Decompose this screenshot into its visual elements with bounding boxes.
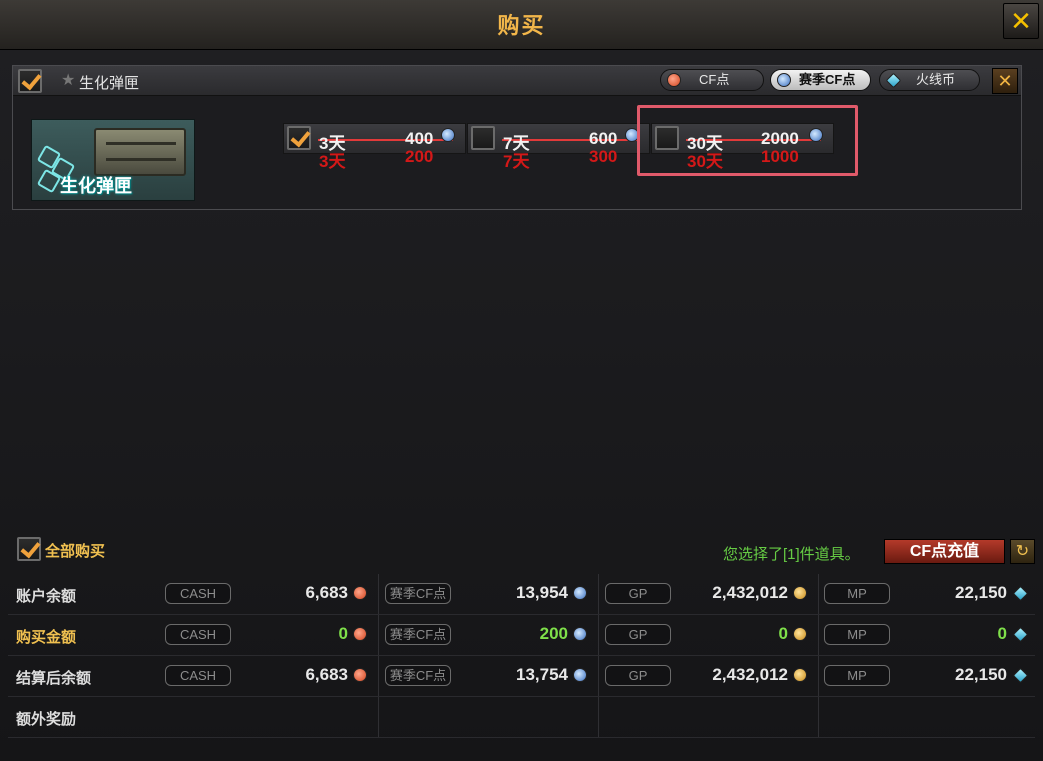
gold-coin-icon bbox=[793, 668, 807, 682]
gp-value: 2,432,012 bbox=[712, 665, 788, 684]
season-cf-pill: 赛季CF点 bbox=[385, 583, 451, 604]
table-row: 结算后余额 CASH 6,683 赛季CF点 13,754 GP 2,432,0… bbox=[8, 656, 1035, 697]
item-header: ★ 生化弹匣 CF点 赛季CF点 火线币 ✕ bbox=[13, 66, 1021, 96]
item-image: 生化弹匣 bbox=[31, 119, 195, 201]
red-coin-icon bbox=[353, 586, 367, 600]
all-buy-checkbox[interactable] bbox=[17, 537, 41, 561]
row-label: 结算后余额 bbox=[16, 670, 92, 687]
season-cf-pill: 赛季CF点 bbox=[385, 624, 451, 645]
duration-checkbox[interactable] bbox=[471, 126, 495, 150]
sale-price: 200 bbox=[405, 147, 434, 166]
gp-value: 2,432,012 bbox=[712, 583, 788, 602]
row-label: 购买金额 bbox=[16, 629, 77, 646]
blue-coin-icon bbox=[777, 73, 791, 87]
gp-value: 0 bbox=[778, 624, 788, 643]
currency-tab-cf[interactable]: CF点 bbox=[660, 69, 764, 91]
refresh-icon: ↻ bbox=[1015, 543, 1030, 560]
mp-value: 22,150 bbox=[955, 583, 1007, 602]
table-row: 购买金额 CASH 0 赛季CF点 200 GP 0 MP 0 bbox=[8, 615, 1035, 656]
season-cf-pill: 赛季CF点 bbox=[385, 665, 451, 686]
item-checkbox[interactable] bbox=[18, 69, 42, 93]
row-label: 额外奖励 bbox=[16, 711, 77, 728]
item-name: 生化弹匣 bbox=[79, 75, 140, 92]
table-row: 额外奖励 bbox=[8, 697, 1035, 738]
duration-checkbox[interactable] bbox=[287, 126, 311, 150]
row-label: 账户余额 bbox=[16, 588, 77, 605]
blue-coin-icon bbox=[573, 668, 587, 682]
gold-coin-icon bbox=[793, 586, 807, 600]
mp-pill: MP bbox=[824, 583, 890, 604]
remove-item-button[interactable]: ✕ bbox=[992, 68, 1018, 94]
red-coin-icon bbox=[353, 668, 367, 682]
sale-days: 3天 bbox=[319, 152, 346, 171]
gold-coin-icon bbox=[793, 627, 807, 641]
all-buy-label: 全部购买 bbox=[45, 543, 106, 560]
duration-price: 600 bbox=[589, 129, 618, 148]
currency-tab-label: 赛季CF点 bbox=[799, 72, 856, 87]
season-cf-value: 13,954 bbox=[516, 583, 568, 602]
item-panel: ★ 生化弹匣 CF点 赛季CF点 火线币 ✕ 生化弹匣 3天 400 3天 20… bbox=[12, 65, 1022, 210]
mp-pill: MP bbox=[824, 665, 890, 686]
cash-value: 6,683 bbox=[305, 665, 348, 684]
balance-table: 账户余额 CASH 6,683 赛季CF点 13,954 GP 2,432,01… bbox=[8, 574, 1035, 738]
blue-coin-icon bbox=[573, 586, 587, 600]
title-bar: 购买 ✕ bbox=[0, 0, 1043, 50]
gp-pill: GP bbox=[605, 583, 671, 604]
sale-days: 7天 bbox=[503, 152, 530, 171]
mp-value: 22,150 bbox=[955, 665, 1007, 684]
currency-tab-label: 火线币 bbox=[916, 72, 956, 87]
gp-pill: GP bbox=[605, 624, 671, 645]
mp-pill: MP bbox=[824, 624, 890, 645]
diamond-icon bbox=[1012, 626, 1029, 643]
favorite-star-icon[interactable]: ★ bbox=[61, 70, 75, 90]
cash-pill: CASH bbox=[165, 665, 231, 686]
sale-price: 300 bbox=[589, 147, 618, 166]
cash-value: 0 bbox=[338, 624, 348, 643]
mp-value: 0 bbox=[997, 624, 1007, 643]
item-image-label: 生化弹匣 bbox=[60, 176, 132, 196]
cash-pill: CASH bbox=[165, 624, 231, 645]
gp-pill: GP bbox=[605, 665, 671, 686]
close-window-button[interactable]: ✕ bbox=[1003, 3, 1039, 39]
blue-coin-icon bbox=[441, 128, 455, 142]
red-coin-icon bbox=[353, 627, 367, 641]
season-cf-value: 13,754 bbox=[516, 665, 568, 684]
diamond-icon bbox=[1012, 585, 1029, 602]
table-row: 账户余额 CASH 6,683 赛季CF点 13,954 GP 2,432,01… bbox=[8, 574, 1035, 615]
duration-price: 400 bbox=[405, 129, 434, 148]
currency-tab-huoxian[interactable]: 火线币 bbox=[879, 69, 980, 91]
duration-option-3d[interactable]: 3天 400 3天 200 bbox=[283, 123, 466, 171]
blue-coin-icon bbox=[573, 627, 587, 641]
window-title: 购买 bbox=[497, 13, 546, 38]
close-icon: ✕ bbox=[997, 71, 1013, 91]
diamond-icon bbox=[885, 72, 902, 89]
ammo-box-icon bbox=[94, 128, 186, 176]
currency-tab-season-cf[interactable]: 赛季CF点 bbox=[770, 69, 871, 91]
season-cf-value: 200 bbox=[539, 624, 568, 643]
diamond-icon bbox=[1012, 667, 1029, 684]
currency-tab-label: CF点 bbox=[699, 72, 730, 87]
cf-recharge-button[interactable]: CF点充值 bbox=[884, 539, 1005, 564]
close-icon: ✕ bbox=[1010, 6, 1032, 36]
refresh-button[interactable]: ↻ bbox=[1010, 539, 1035, 564]
selected-count-message: 您选择了[1]件道具。 bbox=[723, 546, 860, 563]
duration-option-7d[interactable]: 7天 600 7天 300 bbox=[467, 123, 650, 171]
cash-pill: CASH bbox=[165, 583, 231, 604]
highlight-frame bbox=[637, 105, 858, 176]
cash-value: 6,683 bbox=[305, 583, 348, 602]
red-coin-icon bbox=[667, 73, 681, 87]
